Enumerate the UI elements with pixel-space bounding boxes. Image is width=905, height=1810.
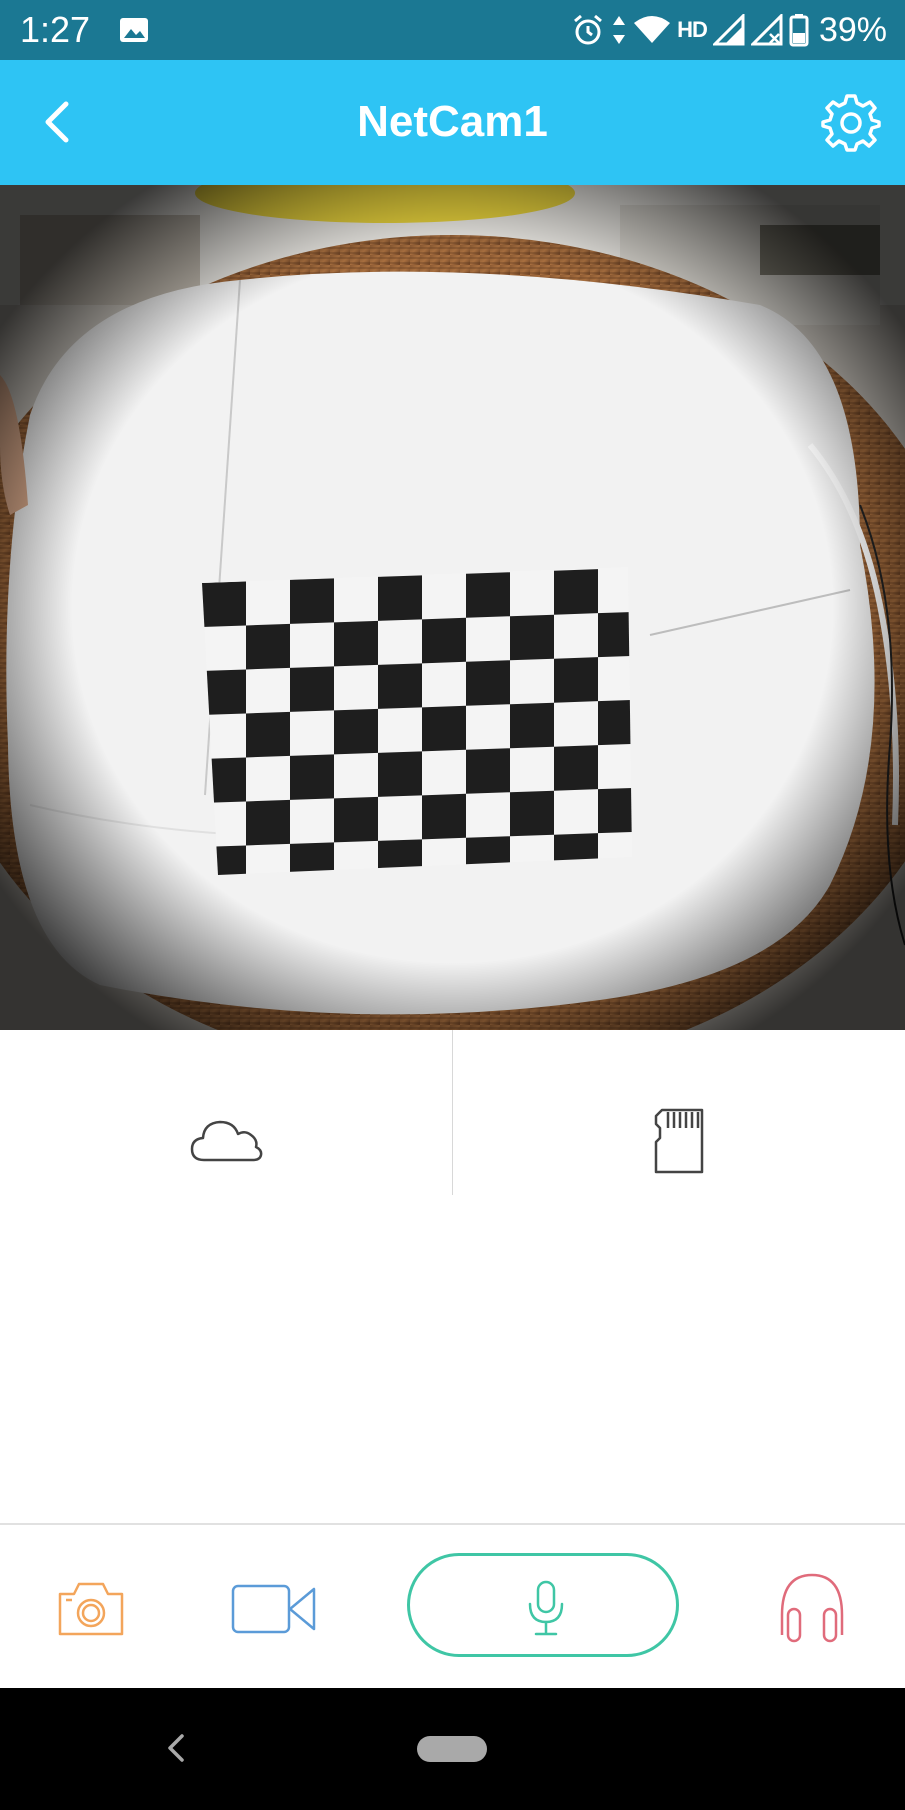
page-title: NetCam1 [357, 97, 548, 146]
camera-icon [58, 1582, 124, 1636]
gear-icon [821, 94, 881, 152]
signal-no-sim-icon [750, 14, 783, 46]
headphones-icon [780, 1573, 844, 1643]
battery-icon [789, 14, 809, 47]
sd-card-icon [654, 1108, 704, 1174]
video-camera-icon [231, 1584, 316, 1634]
cloud-storage-button[interactable] [188, 1114, 264, 1170]
alarm-icon [574, 14, 603, 45]
microphone-icon [528, 1580, 564, 1636]
nav-back-icon[interactable] [160, 1728, 190, 1768]
app-header: NetCam1 [0, 60, 905, 185]
record-button[interactable] [230, 1581, 320, 1637]
nav-home-pill[interactable] [417, 1736, 487, 1762]
cloud-icon [190, 1120, 263, 1162]
sd-card-button[interactable] [652, 1108, 706, 1174]
status-time: 1:27 [20, 9, 91, 50]
network-type-label: HD [677, 17, 708, 42]
status-bar: 1:27 HD 39% [0, 0, 905, 60]
listen-button[interactable] [776, 1571, 848, 1645]
wifi-icon [634, 16, 671, 43]
settings-button[interactable] [819, 90, 883, 154]
control-toolbar [0, 1523, 905, 1690]
battery-percentage: 39% [818, 11, 887, 49]
storage-divider [452, 1030, 453, 1195]
talk-button[interactable] [407, 1553, 679, 1657]
signal-icon [712, 14, 745, 46]
camera-feed-image [0, 185, 905, 1030]
live-video-view[interactable] [0, 185, 905, 1030]
data-arrows-icon [613, 16, 626, 44]
status-icons: HD 39% [571, 8, 887, 52]
image-icon [120, 18, 148, 42]
snapshot-button[interactable] [56, 1580, 126, 1638]
system-navigation-bar [0, 1688, 905, 1810]
storage-selector [0, 1030, 905, 1195]
